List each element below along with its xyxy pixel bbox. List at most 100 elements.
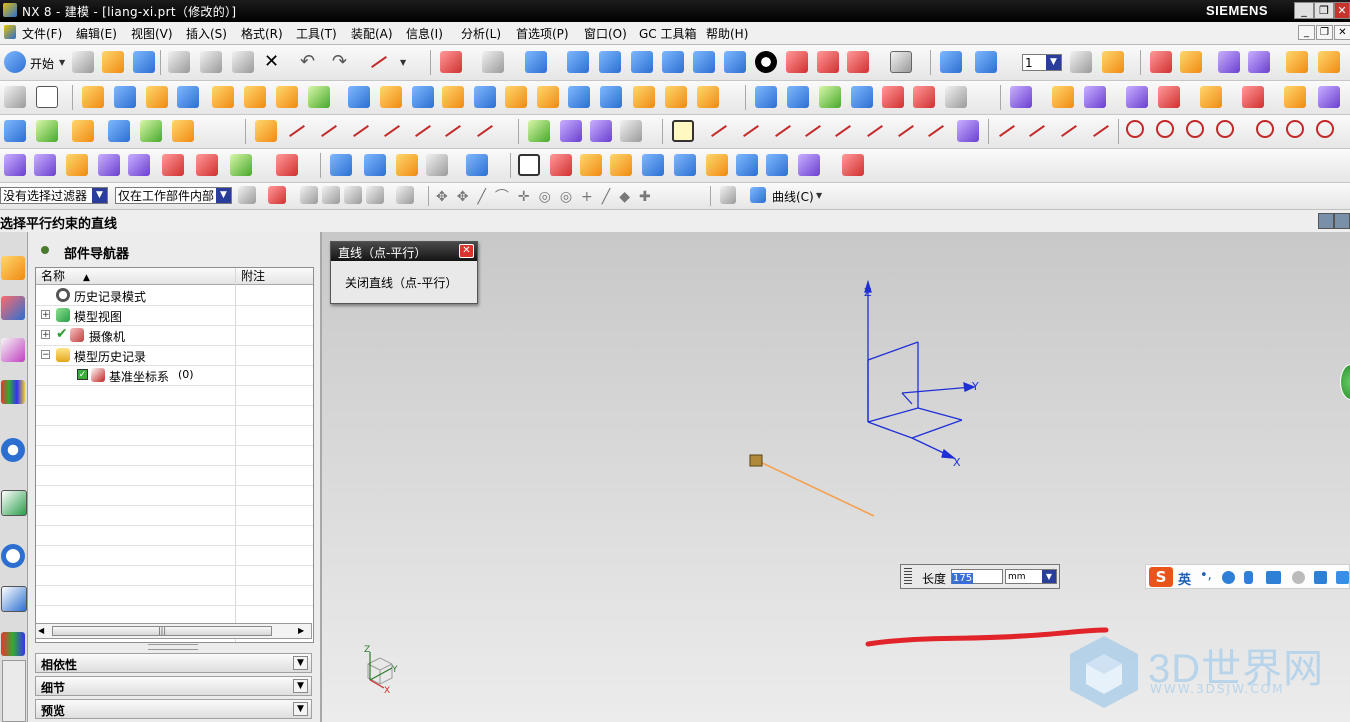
length-field[interactable]: 175: [951, 569, 1003, 584]
minimize-button[interactable]: _: [1294, 2, 1314, 19]
panel-details[interactable]: 细节 ▼: [35, 676, 312, 696]
tool-3-icon[interactable]: [1218, 51, 1240, 73]
sketch-tool-1-icon[interactable]: [560, 120, 582, 142]
menu-window[interactable]: 窗口(O): [584, 25, 627, 42]
circle-3-icon[interactable]: [1186, 120, 1204, 138]
menu-preferences[interactable]: 首选项(P): [516, 25, 569, 42]
assembly-navigator-icon[interactable]: [1, 256, 25, 280]
doc-restore-button[interactable]: ❐: [1316, 25, 1333, 40]
datum-csys[interactable]: [864, 279, 976, 459]
open-folder-icon[interactable]: [102, 51, 124, 73]
web-browser-icon[interactable]: [1, 490, 27, 516]
filter-reset-icon[interactable]: [238, 186, 256, 204]
edit-13-icon[interactable]: [426, 154, 448, 176]
sketch-line-icon[interactable]: [708, 120, 730, 142]
constraint-6-icon[interactable]: [674, 154, 696, 176]
render-style-3-icon[interactable]: [631, 51, 653, 73]
render-style-4-icon[interactable]: [662, 51, 684, 73]
system-materials-icon[interactable]: [1, 586, 27, 612]
menu-tools[interactable]: 工具(T): [296, 25, 337, 42]
sphere-icon[interactable]: [442, 86, 464, 108]
render-style-6-icon[interactable]: [724, 51, 746, 73]
snap-point-icon[interactable]: [268, 186, 286, 204]
expand-toggle[interactable]: +: [41, 310, 50, 320]
start-point-marker[interactable]: [749, 454, 763, 467]
circle-7-icon[interactable]: [1316, 120, 1334, 138]
curve-menu[interactable]: 曲线(C): [772, 188, 814, 205]
constraint-7-icon[interactable]: [706, 154, 728, 176]
assembly-3-icon[interactable]: [72, 120, 94, 142]
reuse-library-icon[interactable]: [1, 380, 25, 404]
surface-3-icon[interactable]: [819, 86, 841, 108]
save-icon[interactable]: [133, 51, 155, 73]
paste-icon[interactable]: [232, 51, 254, 73]
slot-icon[interactable]: [600, 86, 622, 108]
sketch-line-8-icon[interactable]: [925, 120, 947, 142]
arc-4-icon[interactable]: [1090, 120, 1112, 142]
edit-4-icon[interactable]: [98, 154, 120, 176]
tool-1-icon[interactable]: [1150, 51, 1172, 73]
surface-2-icon[interactable]: [787, 86, 809, 108]
sketch-tool-3-icon[interactable]: [620, 120, 642, 142]
grid-icon[interactable]: [720, 186, 736, 204]
visibility-checkbox[interactable]: ✓: [77, 369, 88, 380]
shaded-cube-icon[interactable]: [525, 51, 547, 73]
edit-2-icon[interactable]: [34, 154, 56, 176]
menu-view[interactable]: 视图(V): [131, 25, 173, 42]
panel-dependencies[interactable]: 相依性 ▼: [35, 653, 312, 673]
select-2-icon[interactable]: [322, 186, 340, 204]
work-layer-icon[interactable]: [940, 51, 962, 73]
constraint-9-icon[interactable]: [766, 154, 788, 176]
cut-icon[interactable]: [168, 51, 190, 73]
scope-filter-select[interactable]: 仅在工作部件内部 ▼: [115, 187, 232, 204]
scroll-right-icon[interactable]: ▶: [298, 626, 304, 635]
edit-9-icon[interactable]: [276, 154, 298, 176]
menu-format[interactable]: 格式(R): [241, 25, 283, 42]
edit-3-icon[interactable]: [66, 154, 88, 176]
studio-render-icon[interactable]: [755, 51, 777, 73]
sketch-icon[interactable]: [4, 86, 26, 108]
chamfer-icon[interactable]: [697, 86, 719, 108]
menu-info[interactable]: 信息(I): [406, 25, 443, 42]
select-3-icon[interactable]: [344, 186, 362, 204]
menu-assembly[interactable]: 装配(A): [351, 25, 393, 42]
menu-gc-toolbox[interactable]: GC 工具箱: [639, 25, 697, 42]
render-style-2-icon[interactable]: [599, 51, 621, 73]
chevron-down-icon[interactable]: ▼: [293, 702, 308, 716]
copy-icon[interactable]: [200, 51, 222, 73]
point-icon[interactable]: [308, 86, 330, 108]
clip-view-2-icon[interactable]: [817, 51, 839, 73]
surface-5-icon[interactable]: [882, 86, 904, 108]
sync-7-icon[interactable]: [1242, 86, 1264, 108]
curve-2-icon[interactable]: [286, 120, 308, 142]
sync-5-icon[interactable]: [1158, 86, 1180, 108]
datum-axis-icon[interactable]: [244, 86, 266, 108]
edit-10-icon[interactable]: [330, 154, 352, 176]
check-icon[interactable]: [528, 120, 550, 142]
select-1-icon[interactable]: [300, 186, 318, 204]
edit-14-icon[interactable]: [466, 154, 488, 176]
sketch-rect-icon[interactable]: [36, 86, 58, 108]
history-icon[interactable]: [1, 544, 25, 568]
layer-select[interactable]: 1 ▼: [1022, 54, 1062, 71]
punctuation-icon[interactable]: •,: [1200, 568, 1212, 583]
sync-3-icon[interactable]: [1084, 86, 1106, 108]
assembly-2-icon[interactable]: [36, 120, 58, 142]
new-file-icon[interactable]: [72, 51, 94, 73]
sketch-rect-2-icon[interactable]: [957, 120, 979, 142]
measure-distance-icon[interactable]: [1286, 51, 1308, 73]
constraint-5-icon[interactable]: [642, 154, 664, 176]
assembly-6-icon[interactable]: [172, 120, 194, 142]
curve-7-icon[interactable]: [442, 120, 464, 142]
tree-item-model-history[interactable]: − 模型历史记录: [36, 345, 313, 365]
hole-icon[interactable]: [474, 86, 496, 108]
scroll-left-icon[interactable]: ◀: [38, 626, 44, 635]
select-box-icon[interactable]: [396, 186, 414, 204]
curve-6-icon[interactable]: [412, 120, 434, 142]
pocket-icon[interactable]: [537, 86, 559, 108]
navigator-hscrollbar[interactable]: ◀ ||| ▶: [35, 623, 312, 639]
user-icon[interactable]: [1292, 571, 1305, 584]
edit-6-icon[interactable]: [162, 154, 184, 176]
collapse-toggle[interactable]: −: [41, 350, 50, 360]
sketch-line-5-icon[interactable]: [832, 120, 854, 142]
